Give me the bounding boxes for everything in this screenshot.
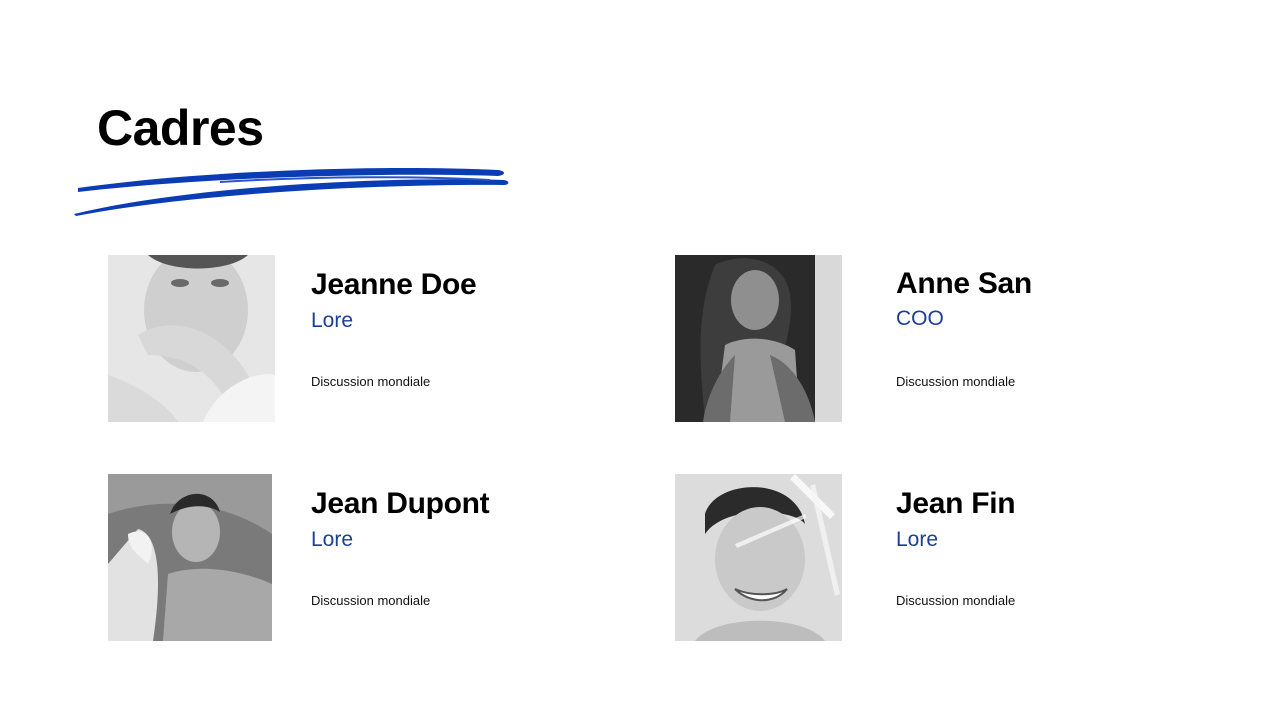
portrait-photo	[108, 255, 275, 422]
team-slide: Cadres Jeanne Doe Lore Discussion mondia…	[0, 0, 1280, 720]
brush-underline-icon	[74, 168, 509, 216]
portrait-photo	[675, 474, 842, 641]
person-description: Discussion mondiale	[896, 374, 1016, 389]
person-name: Jean Fin	[896, 487, 1016, 520]
person-name: Jeanne Doe	[311, 268, 477, 301]
person-name: Anne San	[896, 267, 1032, 300]
person-description: Discussion mondiale	[896, 593, 1016, 608]
person-description: Discussion mondiale	[311, 593, 431, 608]
person-role: Lore	[896, 528, 939, 551]
person-description: Discussion mondiale	[311, 374, 431, 389]
person-role: COO	[896, 307, 944, 330]
person-role: Lore	[311, 528, 354, 551]
portrait-photo	[108, 474, 272, 641]
person-name: Jean Dupont	[311, 487, 490, 520]
portrait-photo	[675, 255, 842, 422]
person-role: Lore	[311, 309, 354, 332]
slide-title: Cadres	[97, 100, 264, 156]
